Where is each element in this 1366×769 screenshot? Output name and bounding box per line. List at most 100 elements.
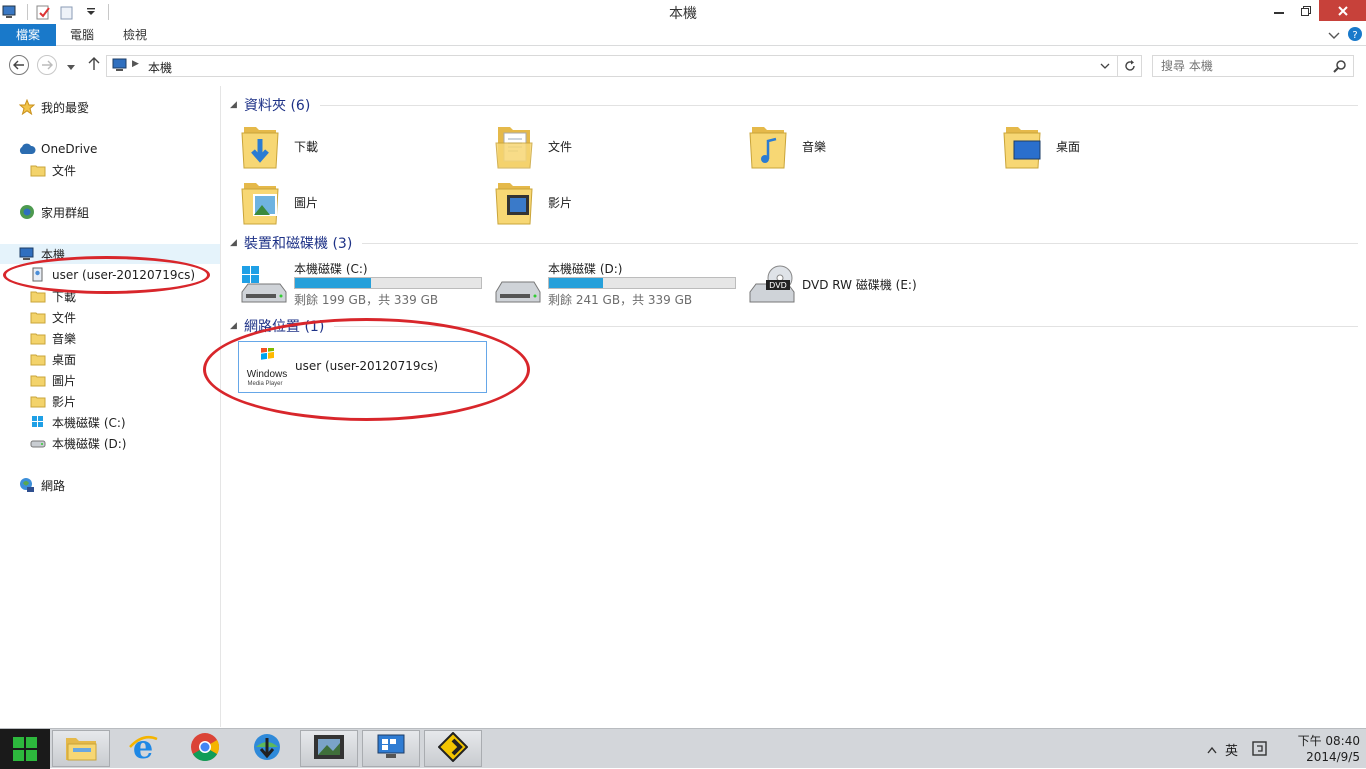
restore-button[interactable] xyxy=(1292,0,1319,21)
window-title: 本機 xyxy=(669,6,697,22)
forward-button[interactable] xyxy=(37,55,57,75)
address-bar[interactable]: ▶ 本機 xyxy=(106,55,1142,77)
desktop-folder-icon xyxy=(1002,121,1048,171)
nav-videos[interactable]: 影片 xyxy=(29,391,76,411)
taskbar-file-explorer[interactable] xyxy=(52,730,110,767)
computer-icon xyxy=(111,58,129,76)
tab-file[interactable]: 檔案 xyxy=(0,24,56,46)
recent-locations-icon[interactable] xyxy=(66,61,76,75)
folder-downloads[interactable]: 下載 xyxy=(240,120,318,172)
folder-icon xyxy=(29,330,47,346)
wmp-logo-line2: Media Player xyxy=(247,381,282,387)
chrome-icon xyxy=(190,732,220,765)
nav-music[interactable]: 音樂 xyxy=(29,328,76,348)
drive-e[interactable]: DVD DVD RW 磁碟機 (E:) xyxy=(748,260,968,308)
nav-downloads[interactable]: 下載 xyxy=(29,286,76,306)
up-button[interactable] xyxy=(88,57,100,74)
group-divider xyxy=(320,104,1358,106)
drive-usage-bar xyxy=(548,277,736,289)
tab-view[interactable]: 檢視 xyxy=(123,24,147,46)
group-header-network[interactable]: ◢ 網路位置 (1) xyxy=(230,316,1358,336)
folder-icon xyxy=(29,309,47,325)
ime-indicator[interactable]: 英 xyxy=(1225,740,1238,759)
address-history-icon[interactable] xyxy=(1097,57,1113,75)
network-media-icon xyxy=(29,267,47,283)
clock[interactable]: 下午 08:40 2014/9/5 xyxy=(1288,733,1360,765)
folder-icon xyxy=(29,288,47,304)
search-input[interactable] xyxy=(1153,56,1323,76)
network-icon xyxy=(18,477,36,493)
taskbar-chrome[interactable] xyxy=(176,730,234,767)
show-hidden-icons-icon[interactable] xyxy=(1207,743,1217,757)
app-icon xyxy=(437,731,469,765)
nav-this-pc[interactable]: 本機 xyxy=(0,244,220,264)
folder-music[interactable]: 音樂 xyxy=(748,120,826,172)
group-header-devices[interactable]: ◢ 裝置和磁碟機 (3) xyxy=(230,233,1358,253)
clock-date: 2014/9/5 xyxy=(1306,750,1360,764)
nav-homegroup[interactable]: 家用群組 xyxy=(18,202,89,222)
videos-folder-icon xyxy=(494,177,540,227)
music-folder-icon xyxy=(748,121,794,171)
nav-desktop[interactable]: 桌面 xyxy=(29,349,76,369)
film-strip-icon xyxy=(313,733,345,764)
nav-drive-d[interactable]: 本機磁碟 (D:) xyxy=(29,433,126,453)
windows-drive-icon xyxy=(240,264,288,306)
taskbar-download-manager[interactable] xyxy=(238,730,296,767)
nav-network[interactable]: 網路 xyxy=(18,475,65,495)
computer-icon xyxy=(18,246,36,262)
folder-desktop[interactable]: 桌面 xyxy=(1002,120,1080,172)
expand-ribbon-icon[interactable] xyxy=(1328,29,1340,43)
collapse-arrow-icon[interactable]: ◢ xyxy=(230,100,244,110)
group-header-folders[interactable]: ◢ 資料夾 (6) xyxy=(230,95,1358,115)
action-center-icon[interactable] xyxy=(1252,741,1268,760)
navigation-bar: ▶ 本機 xyxy=(0,47,1366,85)
drive-d[interactable]: 本機磁碟 (D:) 剩餘 241 GB，共 339 GB xyxy=(494,260,740,308)
nav-onedrive[interactable]: OneDrive xyxy=(18,139,97,159)
documents-folder-icon xyxy=(494,121,540,171)
clock-time: 下午 08:40 xyxy=(1297,734,1360,748)
tab-computer[interactable]: 電腦 xyxy=(70,24,94,46)
start-button[interactable] xyxy=(0,729,50,769)
folder-documents[interactable]: 文件 xyxy=(494,120,572,172)
hard-drive-icon xyxy=(494,264,542,306)
nav-drive-c[interactable]: 本機磁碟 (C:) xyxy=(29,412,126,432)
nav-network-user[interactable]: user (user-20120719cs) xyxy=(29,265,195,285)
svg-text:e: e xyxy=(133,731,153,763)
drive-usage-bar xyxy=(294,277,482,289)
back-button[interactable] xyxy=(9,55,29,75)
nav-documents[interactable]: 文件 xyxy=(29,307,76,327)
nav-favorites[interactable]: 我的最愛 xyxy=(18,97,89,117)
close-button[interactable] xyxy=(1319,0,1366,21)
drive-c[interactable]: 本機磁碟 (C:) 剩餘 199 GB，共 339 GB xyxy=(240,260,486,308)
minimize-button[interactable] xyxy=(1265,0,1292,21)
download-manager-icon xyxy=(251,732,283,765)
search-box[interactable] xyxy=(1152,55,1354,77)
ribbon-tabs: 檔案 電腦 檢視 ? xyxy=(0,24,1366,46)
navigation-pane: 我的最愛 OneDrive 文件 家用群組 本機 user (user-2012… xyxy=(0,86,221,727)
folder-videos[interactable]: 影片 xyxy=(494,176,572,228)
breadcrumb-arrow-icon[interactable]: ▶ xyxy=(132,59,139,69)
folder-pictures[interactable]: 圖片 xyxy=(240,176,318,228)
collapse-arrow-icon[interactable]: ◢ xyxy=(230,321,244,331)
taskbar-app[interactable] xyxy=(424,730,482,767)
breadcrumb-this-pc[interactable]: 本機 xyxy=(148,59,172,76)
pictures-folder-icon xyxy=(240,177,286,227)
collapse-arrow-icon[interactable]: ◢ xyxy=(230,238,244,248)
taskbar-media-app[interactable] xyxy=(300,730,358,767)
search-icon[interactable] xyxy=(1333,59,1347,76)
nav-onedrive-documents[interactable]: 文件 xyxy=(29,160,76,180)
taskbar-control-panel[interactable] xyxy=(362,730,420,767)
nav-pictures[interactable]: 圖片 xyxy=(29,370,76,390)
control-panel-icon xyxy=(376,733,406,764)
taskbar-internet-explorer[interactable]: e xyxy=(114,728,172,767)
group-divider xyxy=(334,325,1358,327)
internet-explorer-icon: e xyxy=(127,728,159,766)
help-icon[interactable]: ? xyxy=(1348,27,1362,44)
content-pane: ◢ 資料夾 (6) 下載 文件 音樂 桌面 圖片 影片 ◢ 裝置和磁碟機 (3)… xyxy=(222,86,1366,727)
star-icon xyxy=(18,99,36,115)
hard-drive-icon xyxy=(29,435,47,451)
cloud-icon xyxy=(18,141,36,157)
refresh-icon[interactable] xyxy=(1117,56,1141,76)
network-location-user[interactable]: Windows Media Player user (user-20120719… xyxy=(238,341,487,393)
windows-drive-icon xyxy=(29,414,47,430)
